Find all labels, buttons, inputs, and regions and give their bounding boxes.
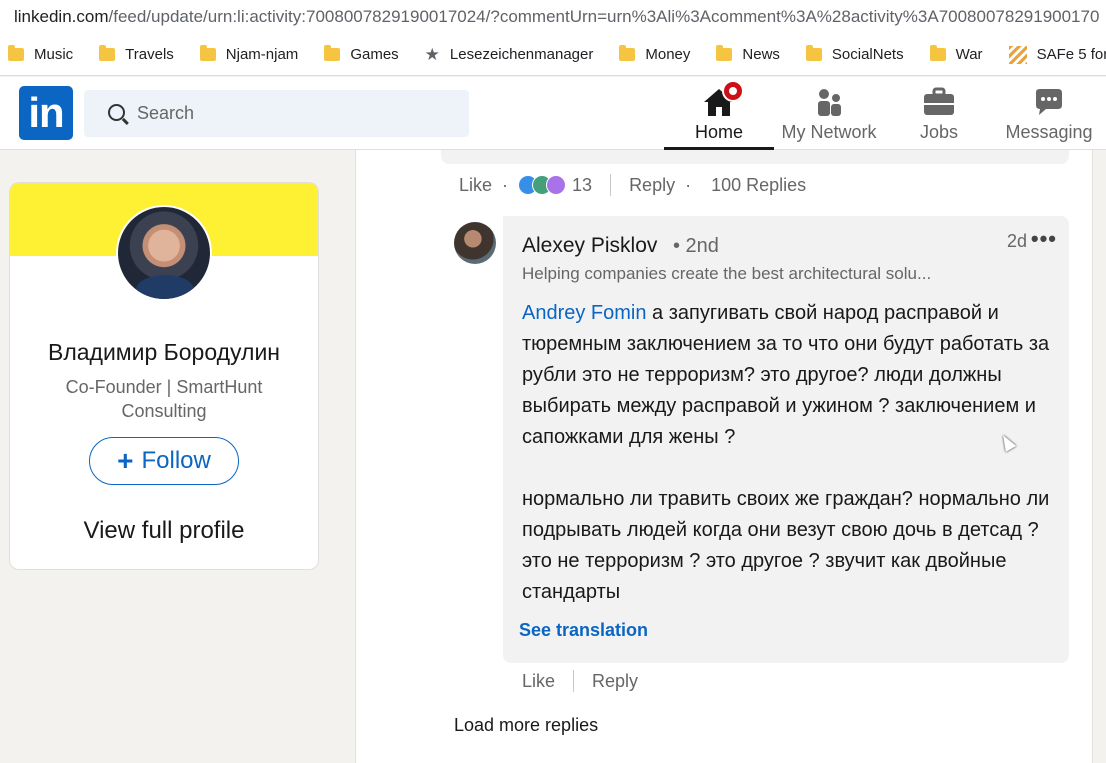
folder-icon	[99, 45, 116, 61]
reply-button[interactable]: Reply	[629, 175, 675, 196]
reply-button[interactable]: Reply	[592, 671, 638, 692]
briefcase-icon	[922, 86, 956, 118]
reactions-summary[interactable]: 13	[518, 175, 592, 196]
messaging-icon	[1032, 86, 1066, 118]
bookmark-money[interactable]: Money	[619, 45, 690, 63]
network-icon	[812, 86, 846, 118]
comment-paragraph: нормально ли травить своих же граждан? н…	[522, 488, 1050, 603]
nav-label: Messaging	[1005, 122, 1093, 142]
connection-degree: • 2nd	[673, 235, 719, 257]
follow-button[interactable]: + Follow	[89, 437, 239, 485]
comments-panel: Like · 13 Reply · 100 Replies Alexey Pis…	[355, 150, 1093, 763]
divider	[610, 174, 612, 196]
bookmark-music[interactable]: Music	[8, 45, 73, 63]
bookmark-news[interactable]: News	[716, 45, 780, 63]
more-options-icon[interactable]: •••	[1031, 226, 1057, 252]
notification-badge	[722, 80, 744, 102]
nav-label: My Network	[781, 122, 877, 142]
load-more-replies-link[interactable]: Load more replies	[454, 715, 598, 736]
like-button[interactable]: Like	[459, 175, 492, 196]
comment-text: Andrey Fomin а запугивать свой народ рас…	[522, 298, 1052, 608]
folder-icon	[929, 45, 946, 61]
divider	[573, 670, 575, 692]
bookmark-games[interactable]: Games	[324, 45, 399, 63]
address-bar[interactable]: linkedin.com/feed/update/urn:li:activity…	[0, 0, 1106, 34]
separator-dot: ·	[502, 174, 509, 195]
folder-icon	[619, 45, 636, 61]
url-path: /feed/update/urn:li:activity:70080078291…	[108, 7, 1100, 26]
linkedin-logo[interactable]: in	[19, 86, 73, 140]
plus-icon: +	[117, 445, 134, 476]
love-reaction-icon	[546, 175, 567, 195]
parent-comment-actions: Like · 13 Reply · 100 Replies	[459, 174, 806, 196]
bookmark-njam-njam[interactable]: Njam-njam	[199, 45, 298, 63]
view-full-profile-link[interactable]: View full profile	[10, 517, 318, 545]
safe-icon	[1008, 45, 1027, 64]
reply-bubble: Alexey Pisklov • 2nd 2d ••• Helping comp…	[503, 216, 1069, 663]
bookmark-war[interactable]: War	[929, 45, 983, 63]
profile-card: Владимир Бородулин Co-Founder | SmartHun…	[9, 182, 319, 570]
nav-messaging[interactable]: Messaging	[994, 77, 1104, 150]
commenter-headline: Helping companies create the best archit…	[522, 264, 932, 283]
mention-link[interactable]: Andrey Fomin	[522, 302, 647, 324]
nav-label: Jobs	[919, 122, 959, 142]
see-translation-link[interactable]: See translation	[519, 620, 648, 641]
nav-label: Home	[694, 122, 743, 142]
like-button[interactable]: Like	[522, 671, 555, 692]
home-icon	[702, 80, 744, 118]
commenter-name[interactable]: Alexey Pisklov	[522, 234, 657, 258]
comment-time: 2d	[1006, 231, 1027, 251]
bookmark-travels[interactable]: Travels	[99, 45, 174, 63]
nav-home[interactable]: Home	[664, 77, 774, 150]
reply-actions: Like Reply	[522, 670, 638, 692]
profile-name[interactable]: Владимир Бородулин	[10, 339, 318, 366]
url-host: linkedin.com	[14, 7, 109, 26]
folder-icon	[324, 45, 341, 61]
comment-paragraph: Andrey Fomin а запугивать свой народ рас…	[522, 302, 1050, 448]
nav-jobs[interactable]: Jobs	[884, 77, 994, 150]
bookmark-lesezeichenmanager[interactable]: ★ Lesezeichenmanager	[425, 46, 594, 63]
bookmark-safe[interactable]: SAFe 5 for Lea	[1008, 45, 1106, 64]
star-icon: ★	[424, 45, 440, 64]
linkedin-header: in Home My Network Jobs Messaging	[0, 77, 1106, 150]
profile-headline: Co-Founder | SmartHunt Consulting	[65, 377, 263, 421]
separator-dot: ·	[685, 174, 692, 195]
search-input[interactable]	[137, 103, 437, 124]
folder-icon	[199, 45, 216, 61]
folder-icon	[716, 45, 733, 61]
reaction-count: 13	[572, 174, 593, 195]
bookmark-socialnets[interactable]: SocialNets	[805, 45, 904, 63]
folder-icon	[805, 45, 822, 61]
parent-comment-bubble	[441, 150, 1069, 164]
profile-avatar[interactable]	[116, 205, 212, 301]
nav-my-network[interactable]: My Network	[774, 77, 884, 150]
bookmarks-bar: Music Travels Njam-njam Games ★ Lesezeich…	[0, 34, 1106, 76]
commenter-avatar[interactable]	[454, 222, 496, 264]
replies-count[interactable]: 100 Replies	[711, 175, 806, 196]
folder-icon	[8, 45, 24, 61]
search-icon	[108, 104, 125, 121]
search-box[interactable]	[84, 90, 469, 137]
